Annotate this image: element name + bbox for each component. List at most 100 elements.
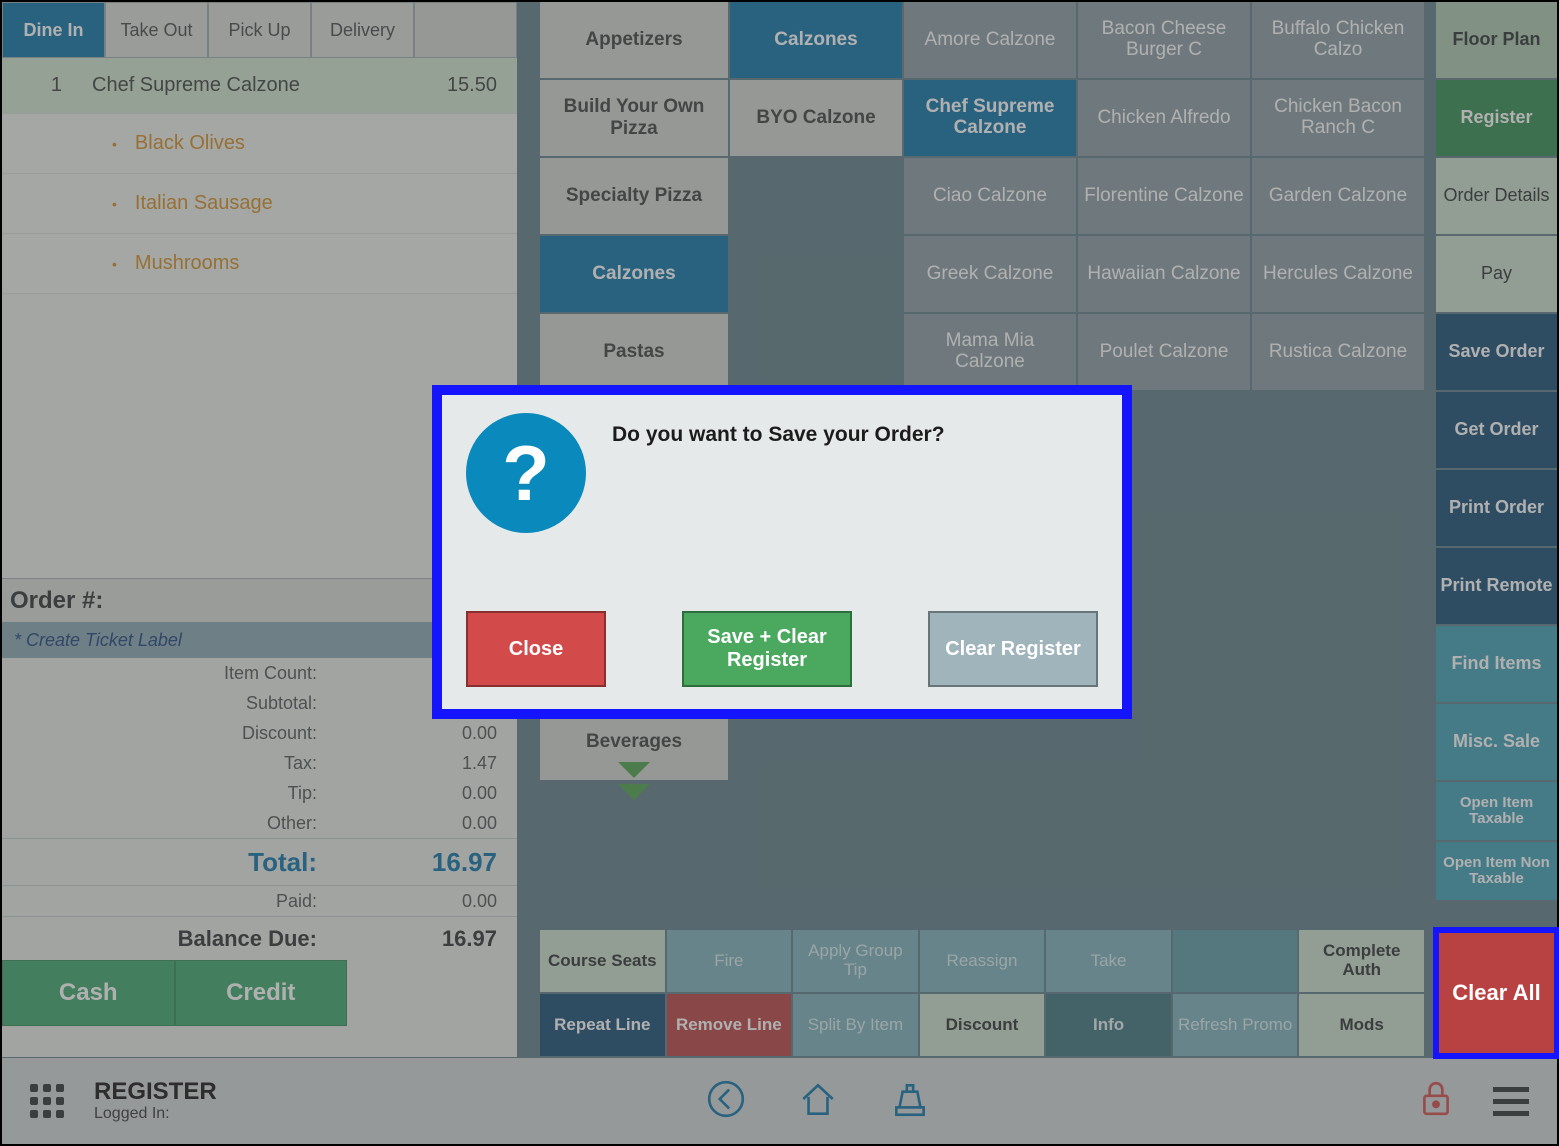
cat-byo-pizza[interactable]: Build Your Own Pizza: [540, 80, 728, 156]
modifier-line[interactable]: Mushrooms: [2, 234, 517, 294]
btn-split-by-item[interactable]: Split By Item: [793, 994, 918, 1056]
register-icon[interactable]: [889, 1078, 931, 1125]
btn-empty: [1173, 930, 1298, 992]
tip-label: Tip:: [22, 783, 407, 804]
paid-label: Paid:: [22, 891, 407, 912]
pay-blank: [347, 960, 517, 1026]
action-print-order[interactable]: Print Order: [1436, 470, 1557, 546]
home-icon[interactable]: [797, 1078, 839, 1125]
action-get-order[interactable]: Get Order: [1436, 392, 1557, 468]
discount-value: 0.00: [407, 723, 497, 744]
btn-take[interactable]: Take: [1046, 930, 1171, 992]
scroll-down-icon[interactable]: [540, 756, 728, 784]
end-icons: [1419, 1080, 1529, 1123]
btn-fire[interactable]: Fire: [667, 930, 792, 992]
action-find-items[interactable]: Find Items: [1436, 626, 1557, 702]
btn-reassign[interactable]: Reassign: [920, 930, 1045, 992]
subcategory-column: Calzones BYO Calzone: [730, 2, 902, 158]
btn-info[interactable]: Info: [1046, 994, 1171, 1056]
line-qty: 1: [22, 74, 92, 97]
clear-register-button[interactable]: Clear Register: [928, 611, 1098, 687]
lock-icon[interactable]: [1419, 1080, 1453, 1123]
tax-value: 1.47: [407, 753, 497, 774]
menu-icon[interactable]: [1493, 1087, 1529, 1116]
tip-value: 0.00: [407, 783, 497, 804]
menu-item[interactable]: Greek Calzone: [904, 236, 1076, 312]
register-title: REGISTER: [94, 1079, 217, 1105]
cat-specialty-pizza[interactable]: Specialty Pizza: [540, 158, 728, 234]
action-save-order[interactable]: Save Order: [1436, 314, 1557, 390]
save-clear-register-button[interactable]: Save + Clear Register: [682, 611, 852, 687]
paid-value: 0.00: [407, 891, 497, 912]
menu-item[interactable]: Ciao Calzone: [904, 158, 1076, 234]
menu-item[interactable]: Hercules Calzone: [1252, 236, 1424, 312]
action-order-details[interactable]: Order Details: [1436, 158, 1557, 234]
balance-label: Balance Due:: [22, 926, 407, 952]
logged-in-label: Logged In:: [94, 1105, 217, 1123]
menu-item[interactable]: Amore Calzone: [904, 2, 1076, 78]
save-order-dialog: ? Do you want to Save your Order? Close …: [432, 385, 1132, 719]
menu-item[interactable]: Chicken Bacon Ranch C: [1252, 80, 1424, 156]
tax-label: Tax:: [22, 753, 407, 774]
back-icon[interactable]: [705, 1078, 747, 1125]
action-register[interactable]: Register: [1436, 80, 1557, 156]
cash-button[interactable]: Cash: [2, 960, 175, 1026]
action-row-2: Repeat LineRemove LineSplit By ItemDisco…: [540, 994, 1424, 1056]
subtotal-label: Subtotal:: [22, 693, 407, 714]
line-price: 15.50: [407, 74, 497, 97]
other-value: 0.00: [407, 813, 497, 834]
other-label: Other:: [22, 813, 407, 834]
btn-mods[interactable]: Mods: [1299, 994, 1424, 1056]
btn-remove-line[interactable]: Remove Line: [667, 994, 792, 1056]
cat-appetizers[interactable]: Appetizers: [540, 2, 728, 78]
action-print-remote[interactable]: Print Remote: [1436, 548, 1557, 624]
menu-item[interactable]: Mama Mia Calzone: [904, 314, 1076, 390]
tab-dine-in[interactable]: Dine In: [2, 2, 105, 58]
app-root: Dine In Take Out Pick Up Delivery 1 Chef…: [2, 2, 1557, 1144]
clear-all-button[interactable]: Clear All: [1436, 930, 1557, 1056]
total-label: Total:: [22, 847, 407, 878]
order-line[interactable]: 1 Chef Supreme Calzone 15.50: [2, 58, 517, 114]
register-info: REGISTER Logged In:: [94, 1079, 217, 1123]
menu-item[interactable]: Poulet Calzone: [1078, 314, 1250, 390]
total-value: 16.97: [407, 847, 497, 878]
right-actions: Floor PlanRegisterOrder DetailsPaySave O…: [1436, 2, 1557, 902]
btn-discount[interactable]: Discount: [920, 994, 1045, 1056]
menu-item-selected[interactable]: Chef Supreme Calzone: [904, 80, 1076, 156]
menu-item[interactable]: Chicken Alfredo: [1078, 80, 1250, 156]
tab-take-out[interactable]: Take Out: [105, 2, 208, 58]
close-button[interactable]: Close: [466, 611, 606, 687]
order-type-tabs: Dine In Take Out Pick Up Delivery: [2, 2, 517, 58]
bottom-bar: REGISTER Logged In:: [2, 1058, 1557, 1144]
tab-blank: [414, 2, 517, 58]
apps-icon[interactable]: [30, 1084, 64, 1118]
line-name: Chef Supreme Calzone: [92, 74, 407, 97]
question-icon: ?: [466, 413, 586, 533]
btn-course-seats[interactable]: Course Seats: [540, 930, 665, 992]
btn-complete-auth[interactable]: Complete Auth: [1299, 930, 1424, 992]
tab-pick-up[interactable]: Pick Up: [208, 2, 311, 58]
action-pay[interactable]: Pay: [1436, 236, 1557, 312]
tab-delivery[interactable]: Delivery: [311, 2, 414, 58]
subcat-calzones[interactable]: Calzones: [730, 2, 902, 78]
credit-button[interactable]: Credit: [175, 960, 348, 1026]
menu-item[interactable]: Bacon Cheese Burger C: [1078, 2, 1250, 78]
menu-item[interactable]: Buffalo Chicken Calzo: [1252, 2, 1424, 78]
action-open-item-taxable[interactable]: Open Item Taxable: [1436, 782, 1557, 840]
action-row-1: Course SeatsFireApply Group TipReassignT…: [540, 930, 1424, 992]
cat-calzones[interactable]: Calzones: [540, 236, 728, 312]
menu-item[interactable]: Rustica Calzone: [1252, 314, 1424, 390]
btn-repeat-line[interactable]: Repeat Line: [540, 994, 665, 1056]
action-open-item-non-taxable[interactable]: Open Item Non Taxable: [1436, 842, 1557, 900]
action-misc-sale[interactable]: Misc. Sale: [1436, 704, 1557, 780]
menu-item[interactable]: Hawaiian Calzone: [1078, 236, 1250, 312]
btn-apply-group-tip[interactable]: Apply Group Tip: [793, 930, 918, 992]
menu-item[interactable]: Florentine Calzone: [1078, 158, 1250, 234]
action-floor-plan[interactable]: Floor Plan: [1436, 2, 1557, 78]
modifier-line[interactable]: Italian Sausage: [2, 174, 517, 234]
btn-refresh-promo[interactable]: Refresh Promo: [1173, 994, 1298, 1056]
menu-item[interactable]: Garden Calzone: [1252, 158, 1424, 234]
modifier-line[interactable]: Black Olives: [2, 114, 517, 174]
subcat-byo-calzone[interactable]: BYO Calzone: [730, 80, 902, 156]
cat-pastas[interactable]: Pastas: [540, 314, 728, 390]
